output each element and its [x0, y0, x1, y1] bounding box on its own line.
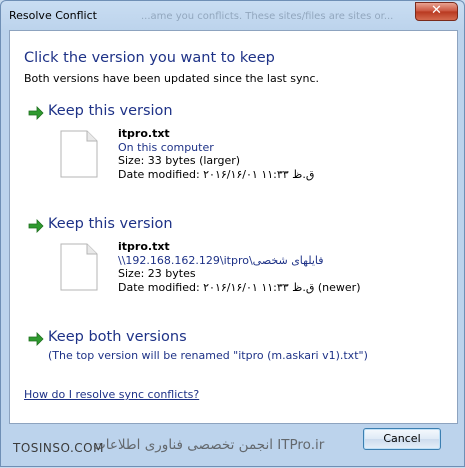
file-location: \\192.168.162.129\itpro\فایلهای شخصی	[118, 253, 324, 267]
dialog-subheading: Both versions have been updated since th…	[24, 72, 319, 85]
file-name: itpro.txt	[118, 127, 170, 140]
dialog-footer: TOSINSO.COM انجمن تخصصی فناوری اطلاعات I…	[1, 424, 465, 468]
keep-both-versions-label[interactable]: Keep both versions	[48, 329, 187, 345]
text-file-icon	[60, 130, 98, 178]
file-date-modified: Date modified: ۲۰۱۶/۱۶/۰۱ ق.ظ ۱۱:۳۳	[118, 167, 315, 181]
watermark-text: انجمن تخصصی فناوری اطلاعات ITPro.ir	[93, 437, 325, 453]
rename-note: (The top version will be renamed "itpro …	[48, 349, 368, 362]
text-file-icon	[60, 243, 98, 291]
close-button[interactable]: ✕	[415, 2, 458, 21]
dialog-heading: Click the version you want to keep	[24, 50, 275, 66]
keep-this-version-label[interactable]: Keep this version	[48, 216, 173, 232]
cancel-button[interactable]: Cancel	[363, 428, 441, 450]
help-link[interactable]: How do I resolve sync conflicts?	[24, 388, 199, 401]
keep-this-version-label[interactable]: Keep this version	[48, 103, 173, 119]
resolve-conflict-window: Resolve Conflict ...ame you conflicts. T…	[0, 0, 465, 467]
remote-file-info: itpro.txt \\192.168.162.129\itpro\فایلها…	[118, 240, 360, 294]
file-size: Size: 33 bytes (larger)	[118, 154, 241, 167]
green-arrow-icon	[28, 219, 44, 233]
green-arrow-icon	[28, 332, 44, 346]
green-arrow-icon	[28, 106, 44, 120]
dialog-body: Click the version you want to keep Both …	[9, 30, 458, 424]
file-size: Size: 23 bytes	[118, 267, 196, 280]
file-location: On this computer	[118, 140, 214, 154]
local-file-info: itpro.txt On this computer Size: 33 byte…	[118, 127, 314, 181]
file-name: itpro.txt	[118, 240, 170, 253]
title-bar[interactable]: Resolve Conflict ...ame you conflicts. T…	[1, 1, 464, 29]
background-window-text: ...ame you conflicts. These sites/files …	[141, 11, 394, 22]
watermark-site: TOSINSO.COM	[13, 441, 104, 455]
close-icon: ✕	[431, 3, 442, 18]
file-date-modified: Date modified: ۲۰۱۶/۱۶/۰۱ ق.ظ ۱۱:۳۳ (new…	[118, 280, 361, 294]
window-title: Resolve Conflict	[9, 9, 97, 22]
